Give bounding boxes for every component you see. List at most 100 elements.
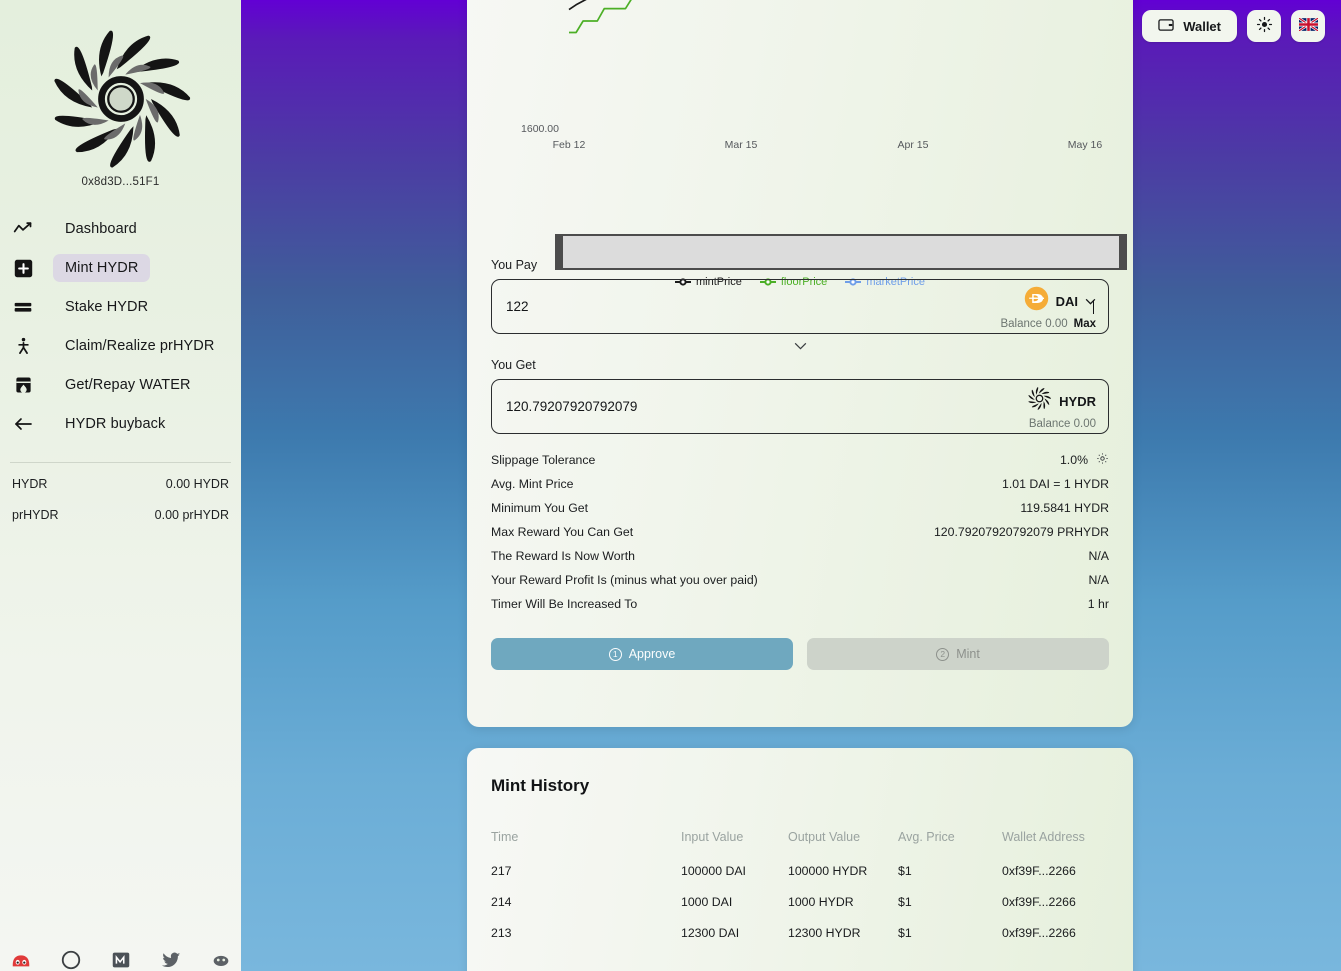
detail-row: Max Reward You Can Get 120.7920792079207… xyxy=(491,520,1109,544)
theme-toggle-button[interactable] xyxy=(1247,10,1281,42)
detail-value-wrap: 119.5841 HYDR xyxy=(1020,501,1109,515)
discord-icon[interactable] xyxy=(10,949,32,971)
step-one-icon: 1 xyxy=(608,647,622,661)
social-links xyxy=(0,945,241,971)
sun-icon xyxy=(1256,16,1273,36)
sidebar-item-stake-hydr[interactable]: Stake HYDR xyxy=(0,288,241,326)
sidebar-nav: Dashboard Mint HYDR Stake HYDR Claim/Rea… xyxy=(0,210,241,444)
sidebar-item-claim-realize-prhydr[interactable]: Claim/Realize prHYDR xyxy=(0,327,241,365)
get-balance-label: Balance 0.00 xyxy=(1028,418,1096,430)
table-row[interactable]: 217 100000 DAI 100000 HYDR $1 0xf39F...2… xyxy=(491,864,1109,895)
you-get-token-area: HYDR Balance 0.00 xyxy=(1027,386,1096,430)
detail-value: N/A xyxy=(1088,549,1110,563)
detail-label: Minimum You Get xyxy=(491,501,589,515)
approve-button[interactable]: 1 Approve xyxy=(491,638,793,670)
dai-coin-icon xyxy=(1024,286,1049,316)
price-chart-svg[interactable]: 1600.001800.002000.00 Feb 12Mar 15Apr 15… xyxy=(491,0,1109,196)
cell-time: 214 xyxy=(491,895,512,909)
github-icon[interactable] xyxy=(60,949,82,971)
sidebar-item-dashboard[interactable]: Dashboard xyxy=(0,210,241,248)
wallet-icon xyxy=(1158,18,1174,35)
detail-value: 119.5841 HYDR xyxy=(1020,501,1109,515)
detail-label: Slippage Tolerance xyxy=(491,453,596,467)
detail-value: N/A xyxy=(1088,573,1110,587)
column-header: Input Value xyxy=(681,830,744,844)
you-pay-token-area: DAI Balance 0.00 Max xyxy=(1000,286,1096,330)
table-row[interactable]: 214 1000 DAI 1000 HYDR $1 0xf39F...2266 xyxy=(491,895,1109,926)
you-get-output: 120.79207920792079 xyxy=(506,399,638,414)
swap-direction-toggle[interactable] xyxy=(491,334,1109,356)
chevron-down-icon xyxy=(1085,292,1096,310)
table-body: 217 100000 DAI 100000 HYDR $1 0xf39F...2… xyxy=(491,864,1109,957)
uk-flag-icon xyxy=(1297,17,1319,34)
you-get-field[interactable]: 120.79207920792079 HYDR Balance 0.00 xyxy=(491,379,1109,434)
detail-value-wrap: 120.79207920792079 PRHYDR xyxy=(934,525,1109,539)
cell-input-value: 1000 DAI xyxy=(681,895,733,909)
gitbook-icon[interactable] xyxy=(210,949,232,971)
approve-label: Approve xyxy=(628,647,676,661)
sidebar-balances: HYDR 0.00 HYDR prHYDR 0.00 prHYDR xyxy=(0,463,241,539)
wallet-address-label: 0x8d3D...51F1 xyxy=(81,176,160,188)
sidebar-item-label: Mint HYDR xyxy=(53,254,151,282)
max-button[interactable]: Max xyxy=(1074,318,1096,330)
sidebar-item-label: Stake HYDR xyxy=(65,299,149,315)
detail-value: 1.0% xyxy=(1059,453,1088,467)
column-header: Output Value xyxy=(788,830,861,844)
pay-balance-row: Balance 0.00 Max xyxy=(1000,318,1096,330)
sidebar-item-label: Dashboard xyxy=(65,221,137,237)
detail-value: 1.01 DAI = 1 HYDR xyxy=(1002,477,1109,491)
column-header: Avg. Price xyxy=(898,830,955,844)
gear-icon[interactable] xyxy=(1096,452,1109,468)
action-buttons: 1 Approve 2 Mint xyxy=(491,638,1109,670)
table-header-row: Time Input Value Output Value Avg. Price Wal… xyxy=(491,830,1109,864)
sidebar-item-hydr-buyback[interactable]: HYDR buyback xyxy=(0,405,241,443)
price-chart: 1600.001800.002000.00 Feb 12Mar 15Apr 15… xyxy=(491,0,1127,288)
mint-history-card: Mint History Time Input Value Output Value… xyxy=(467,748,1133,971)
step-two-icon: 2 xyxy=(936,647,950,661)
sidebar-logo-block: 0x8d3D...51F1 xyxy=(0,0,241,188)
table-row[interactable]: 213 12300 DAI 12300 HYDR $1 0xf39F...226… xyxy=(491,926,1109,957)
cell-time: 217 xyxy=(491,864,512,878)
svg-text:May 16: May 16 xyxy=(1068,139,1103,151)
detail-row: Your Reward Profit Is (minus what you ov… xyxy=(491,568,1109,592)
stack-bars-icon xyxy=(11,295,35,319)
svg-text:Feb 12: Feb 12 xyxy=(553,139,586,151)
chart-range-brush[interactable] xyxy=(555,234,1127,270)
cell-output-value: 12300 HYDR xyxy=(788,926,861,940)
balance-value: 0.00 prHYDR xyxy=(154,508,229,522)
you-pay-field[interactable]: 122 DAI Balance 0.00 Max xyxy=(491,279,1109,334)
twitter-icon[interactable] xyxy=(160,949,182,971)
mint-details: Slippage Tolerance 1.0% Avg. Mint Price … xyxy=(491,448,1109,616)
wallet-button[interactable]: Wallet xyxy=(1142,10,1237,42)
mint-button[interactable]: 2 Mint xyxy=(807,638,1109,670)
pay-token-selector[interactable]: DAI xyxy=(1024,286,1096,316)
detail-row: Timer Will Be Increased To 1 hr xyxy=(491,592,1109,616)
detail-value-wrap: N/A xyxy=(1089,549,1110,563)
detail-label: Timer Will Be Increased To xyxy=(491,597,638,611)
trend-line-icon xyxy=(11,217,35,241)
sidebar-item-label: Claim/Realize prHYDR xyxy=(65,338,215,354)
cell-wallet-address: 0xf39F...2266 xyxy=(1002,926,1076,940)
mint-label: Mint xyxy=(956,647,980,661)
cell-output-value: 100000 HYDR xyxy=(788,864,868,878)
detail-label: Max Reward You Can Get xyxy=(491,525,634,539)
mint-history-table: Time Input Value Output Value Avg. Price Wal… xyxy=(491,830,1109,957)
balance-label: prHYDR xyxy=(12,508,59,522)
get-token-selector[interactable]: HYDR xyxy=(1027,386,1096,416)
detail-value: 120.79207920792079 PRHYDR xyxy=(933,525,1109,539)
cell-time: 213 xyxy=(491,926,512,940)
detail-row: Avg. Mint Price 1.01 DAI = 1 HYDR xyxy=(491,472,1109,496)
detail-row: Minimum You Get 119.5841 HYDR xyxy=(491,496,1109,520)
cell-input-value: 12300 DAI xyxy=(681,926,740,940)
cell-wallet-address: 0xf39F...2266 xyxy=(1002,864,1076,878)
hydr-mandala-icon xyxy=(1027,386,1052,416)
column-header: Time xyxy=(491,830,519,844)
cell-wallet-address: 0xf39F...2266 xyxy=(1002,895,1076,909)
language-selector-button[interactable] xyxy=(1291,10,1325,42)
sidebar-item-label: HYDR buyback xyxy=(65,416,166,432)
medium-icon[interactable] xyxy=(110,949,132,971)
sidebar-item-get-repay-water[interactable]: Get/Repay WATER xyxy=(0,366,241,404)
sidebar-item-mint-hydr[interactable]: Mint HYDR xyxy=(0,249,241,287)
detail-row: Slippage Tolerance 1.0% xyxy=(491,448,1109,472)
arrow-left-icon xyxy=(11,412,35,436)
